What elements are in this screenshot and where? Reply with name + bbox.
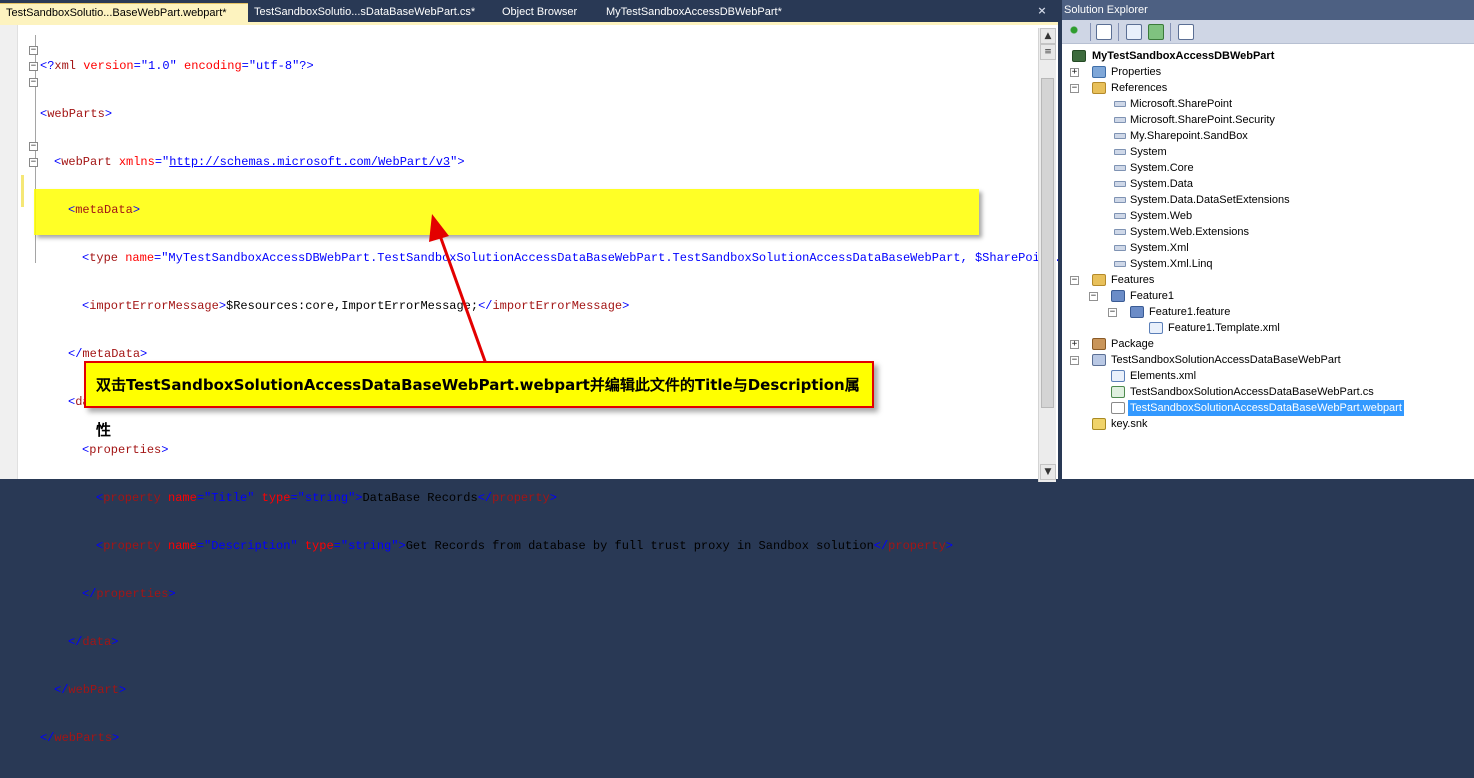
close-tab-icon[interactable]: × xyxy=(1035,4,1049,18)
expand-icon[interactable]: + xyxy=(1070,68,1079,77)
expand-icon[interactable]: + xyxy=(1070,340,1079,349)
reference-icon xyxy=(1114,261,1126,267)
tree-node-reference[interactable]: Microsoft.SharePoint.Security xyxy=(1130,112,1275,128)
reference-icon xyxy=(1114,229,1126,235)
refresh-icon[interactable] xyxy=(1148,24,1164,40)
xml-file-icon xyxy=(1111,370,1125,382)
reference-icon xyxy=(1114,181,1126,187)
scroll-up-icon[interactable]: ▲ xyxy=(1040,28,1056,44)
webpart-folder-icon xyxy=(1092,354,1106,366)
references-folder-icon xyxy=(1092,82,1106,94)
key-icon xyxy=(1092,418,1106,430)
show-all-files-icon[interactable] xyxy=(1096,24,1112,40)
tree-node-webpart-folder[interactable]: TestSandboxSolutionAccessDataBaseWebPart xyxy=(1111,352,1341,368)
tree-node-key[interactable]: key.snk xyxy=(1111,416,1147,432)
reference-icon xyxy=(1114,245,1126,251)
xml-file-icon xyxy=(1149,322,1163,334)
reference-icon xyxy=(1114,149,1126,155)
tree-node-reference[interactable]: Microsoft.SharePoint xyxy=(1130,96,1232,112)
reference-icon xyxy=(1114,117,1126,123)
tree-node-package[interactable]: Package xyxy=(1111,336,1154,352)
tree-node-webpart-file[interactable]: TestSandboxSolutionAccessDataBaseWebPart… xyxy=(1128,400,1404,416)
feature-icon xyxy=(1111,290,1125,302)
tree-node-reference[interactable]: System.Data.DataSetExtensions xyxy=(1130,192,1290,208)
tree-node-reference[interactable]: System.Xml.Linq xyxy=(1130,256,1213,272)
reference-icon xyxy=(1114,197,1126,203)
tree-node-reference[interactable]: System.Core xyxy=(1130,160,1194,176)
tree-node-features[interactable]: Features xyxy=(1111,272,1154,288)
tree-node-properties[interactable]: Properties xyxy=(1111,64,1161,80)
split-icon[interactable]: ≡ xyxy=(1040,44,1056,60)
solution-explorer-panel: Solution Explorer MyTestSandboxAccessDBW… xyxy=(1062,0,1474,479)
tree-node-feature1-template[interactable]: Feature1.Template.xml xyxy=(1168,320,1280,336)
reference-icon xyxy=(1114,101,1126,107)
project-icon xyxy=(1072,50,1086,62)
properties-icon[interactable] xyxy=(1068,24,1084,40)
annotation-callout: 双击TestSandboxSolutionAccessDataBaseWebPa… xyxy=(84,361,874,439)
view-designer-icon[interactable] xyxy=(1178,24,1194,40)
tree-node-elements[interactable]: Elements.xml xyxy=(1130,368,1196,384)
changed-line-marker xyxy=(21,191,24,207)
tab-project[interactable]: MyTestSandboxAccessDBWebPart* xyxy=(600,3,800,22)
tree-node-feature1-feature[interactable]: Feature1.feature xyxy=(1149,304,1230,320)
toolbar-separator xyxy=(1118,23,1119,41)
collapse-icon[interactable]: − xyxy=(1070,276,1079,285)
scroll-thumb[interactable] xyxy=(1041,78,1054,408)
code-editor[interactable]: − − − − − <?xml version="1.0" encoding="… xyxy=(0,22,1069,745)
features-folder-icon xyxy=(1092,274,1106,286)
collapse-icon[interactable]: − xyxy=(1070,84,1079,93)
solution-explorer-title: Solution Explorer xyxy=(1062,0,1474,20)
tree-node-cs-file[interactable]: TestSandboxSolutionAccessDataBaseWebPart… xyxy=(1130,384,1374,400)
collapse-icon[interactable]: − xyxy=(1108,308,1117,317)
changed-line-marker xyxy=(21,175,24,191)
solution-explorer-toolbar xyxy=(1062,20,1474,44)
collapse-icon[interactable]: − xyxy=(1089,292,1098,301)
tree-node-reference[interactable]: System.Web xyxy=(1130,208,1192,224)
collapse-icon[interactable]: − xyxy=(1070,356,1079,365)
webpart-file-icon xyxy=(1111,402,1125,414)
tree-node-reference[interactable]: System.Data xyxy=(1130,176,1193,192)
package-icon xyxy=(1092,338,1106,350)
reference-icon xyxy=(1114,165,1126,171)
reference-icon xyxy=(1114,133,1126,139)
tree-node-reference[interactable]: My.Sharepoint.SandBox xyxy=(1130,128,1248,144)
cs-file-icon xyxy=(1111,386,1125,398)
schema-link[interactable]: http://schemas.microsoft.com/WebPart/v3 xyxy=(169,155,450,169)
scroll-down-icon[interactable]: ▼ xyxy=(1040,464,1056,480)
editor-gutter xyxy=(0,25,18,479)
properties-folder-icon xyxy=(1092,66,1106,78)
tab-cs-file[interactable]: TestSandboxSolutio...sDataBaseWebPart.cs… xyxy=(248,3,486,22)
view-code-icon[interactable] xyxy=(1126,24,1142,40)
vertical-scrollbar[interactable]: ▲ ≡ ▼ xyxy=(1038,28,1056,482)
reference-icon xyxy=(1114,213,1126,219)
tree-node-project[interactable]: MyTestSandboxAccessDBWebPart xyxy=(1092,48,1274,64)
feature-file-icon xyxy=(1130,306,1144,318)
editor-tab-bar: TestSandboxSolutio...BaseWebPart.webpart… xyxy=(0,0,1058,22)
tree-node-reference[interactable]: System xyxy=(1130,144,1167,160)
toolbar-separator xyxy=(1090,23,1091,41)
tab-webpart-file[interactable]: TestSandboxSolutio...BaseWebPart.webpart… xyxy=(0,3,248,22)
tree-node-references[interactable]: References xyxy=(1111,80,1167,96)
tree-node-feature1[interactable]: Feature1 xyxy=(1130,288,1174,304)
toolbar-separator xyxy=(1170,23,1171,41)
tab-object-browser[interactable]: Object Browser xyxy=(496,3,596,22)
tree-node-reference[interactable]: System.Web.Extensions xyxy=(1130,224,1249,240)
tree-node-reference[interactable]: System.Xml xyxy=(1130,240,1189,256)
